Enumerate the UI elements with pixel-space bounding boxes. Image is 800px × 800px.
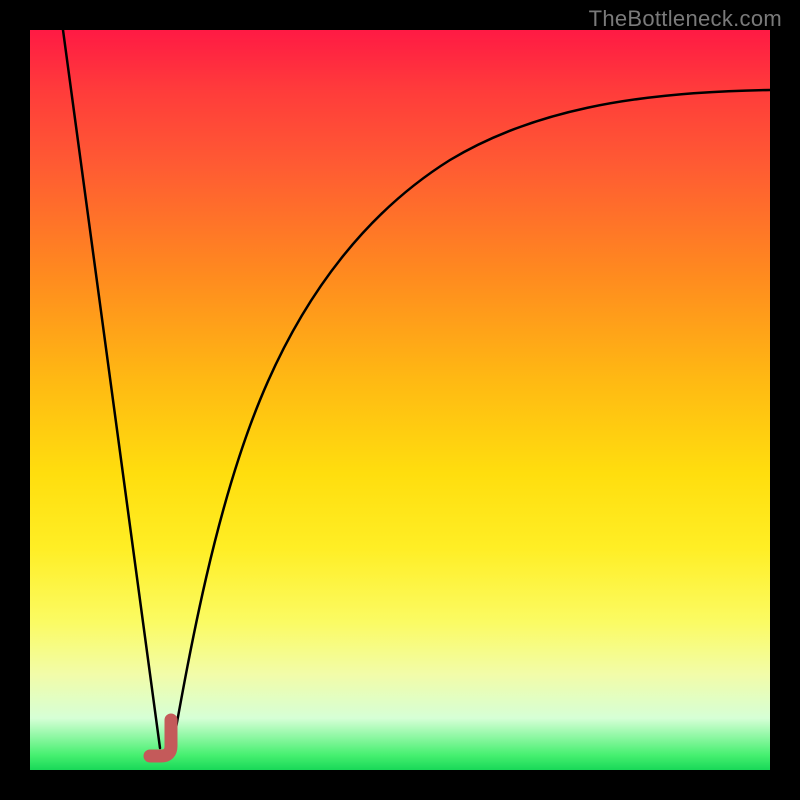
selected-point-marker xyxy=(150,720,171,756)
chart-frame: TheBottleneck.com xyxy=(0,0,800,800)
left-descent-line xyxy=(63,30,160,748)
plot-area xyxy=(30,30,770,770)
watermark-label: TheBottleneck.com xyxy=(589,6,782,32)
right-curve-line xyxy=(172,90,770,750)
curves-layer xyxy=(30,30,770,770)
